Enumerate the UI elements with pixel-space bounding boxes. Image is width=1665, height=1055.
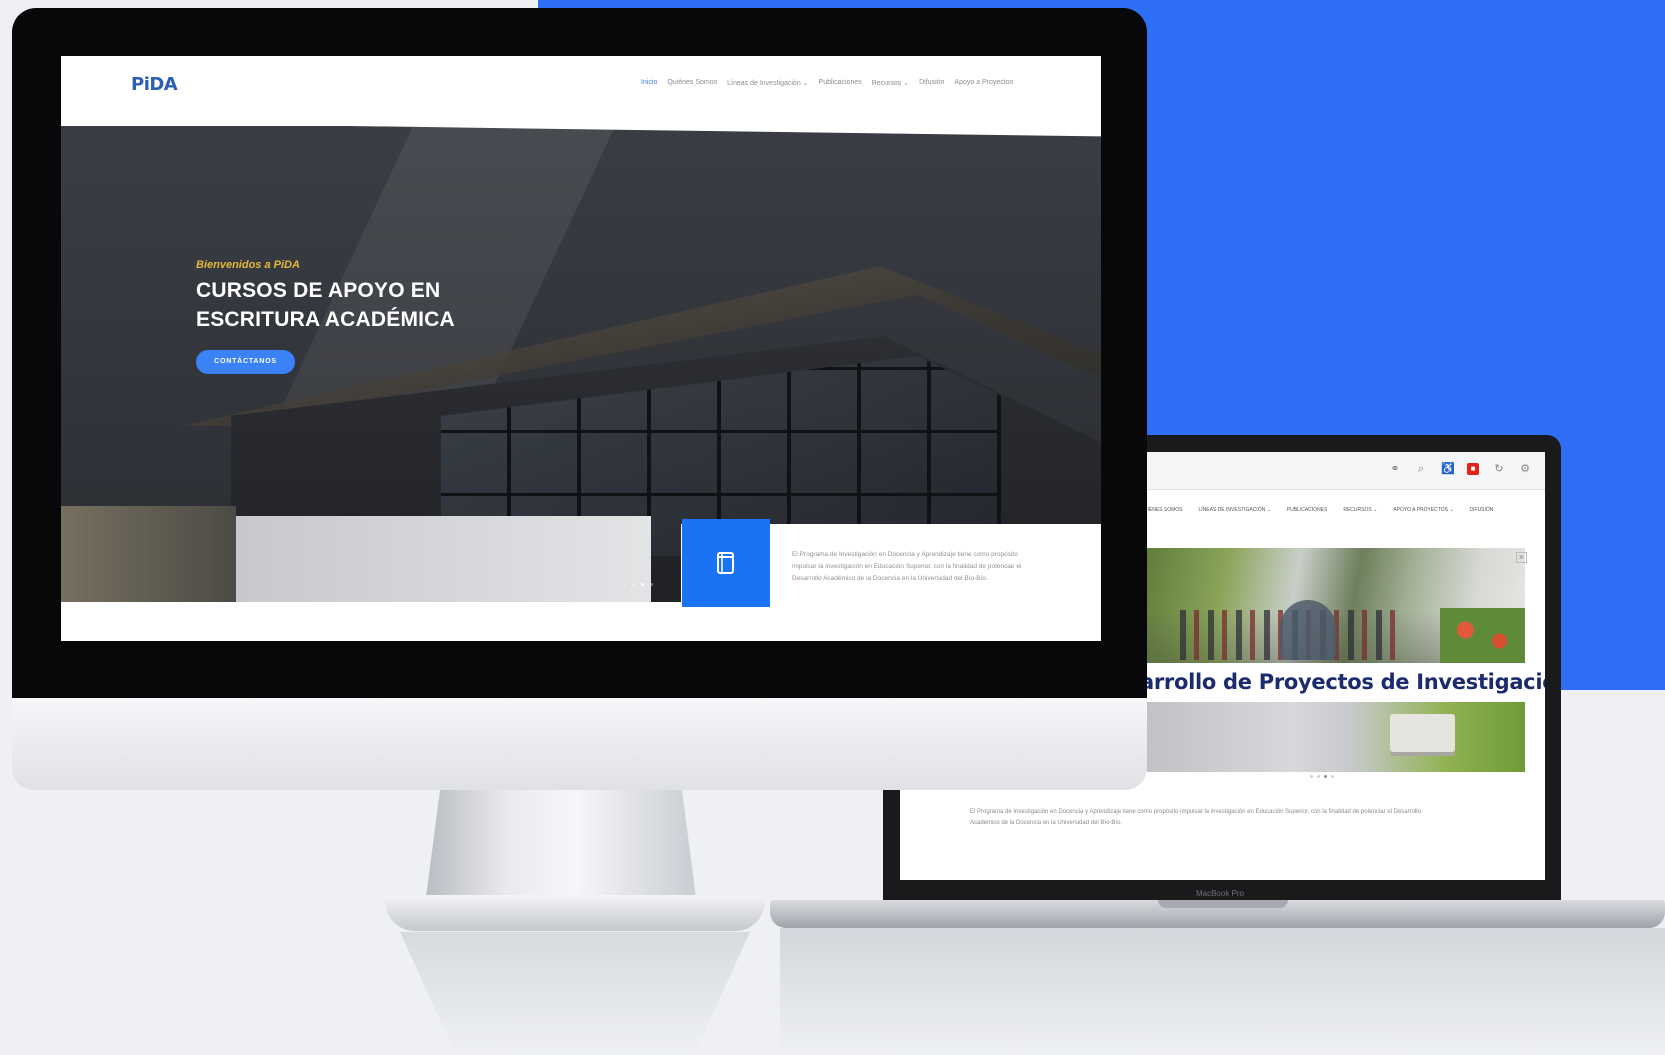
slider-dot-active[interactable] bbox=[641, 583, 644, 586]
settings-icon[interactable]: ⚙ bbox=[1519, 463, 1531, 475]
imac-screen: PiDA Inicio Quiénes Somos Líneas de Inve… bbox=[61, 56, 1101, 641]
refresh-icon[interactable]: ↻ bbox=[1493, 463, 1505, 475]
contact-button[interactable]: CONTÁCTANOS bbox=[196, 350, 295, 374]
laptop-nav-difusion[interactable]: DIFUSIÓN bbox=[1470, 507, 1494, 513]
nav-difusion[interactable]: Difusión bbox=[919, 79, 944, 87]
hero-title-line1: CURSOS DE APOYO EN bbox=[196, 279, 441, 302]
content-area bbox=[61, 602, 1101, 641]
laptop-nav-recursos[interactable]: RECURSOS ⌄ bbox=[1343, 507, 1377, 513]
campus-photo bbox=[1140, 548, 1525, 663]
stand-reflection bbox=[400, 932, 750, 1055]
pida-logo[interactable]: PiDA bbox=[131, 74, 178, 95]
nav-apoyo-proyectos[interactable]: Apoyo a Proyectos bbox=[954, 79, 1013, 87]
laptop-nav-apoyo[interactable]: APOYO A PROYECTOS ⌄ bbox=[1393, 507, 1453, 513]
main-nav: Inicio Quiénes Somos Líneas de Investiga… bbox=[641, 79, 1013, 87]
site-header: PiDA Inicio Quiénes Somos Líneas de Inve… bbox=[61, 56, 1101, 126]
hero-title: CURSOS DE APOYO EN ESCRITURA ACADÉMICA bbox=[196, 276, 516, 334]
imac-stand-foot bbox=[385, 895, 765, 931]
nav-recursos[interactable]: Recursos ⌄ bbox=[872, 79, 909, 87]
bench bbox=[1390, 714, 1455, 752]
laptop-nav-publicaciones[interactable]: PUBLICACIONES bbox=[1287, 507, 1328, 513]
slider-dot[interactable] bbox=[623, 583, 626, 586]
info-icon-box bbox=[682, 519, 770, 607]
book-icon bbox=[717, 552, 734, 574]
sculpture bbox=[1280, 600, 1336, 660]
building-left-wall bbox=[61, 506, 236, 602]
laptop-reflection bbox=[780, 928, 1665, 1055]
pdf-icon[interactable]: ■ bbox=[1467, 463, 1479, 475]
search-icon[interactable]: ⌕ bbox=[1415, 463, 1427, 475]
building-white-wall bbox=[231, 516, 651, 602]
nav-inicio[interactable]: Inicio bbox=[641, 79, 657, 87]
laptop-notch bbox=[1158, 900, 1288, 908]
hero-slider-dots bbox=[623, 583, 653, 586]
accessibility-icon[interactable]: ♿ bbox=[1441, 463, 1455, 475]
nav-quienes-somos[interactable]: Quiénes Somos bbox=[667, 79, 717, 87]
plaza-photo bbox=[1140, 702, 1525, 772]
hero-title-line2: ESCRITURA ACADÉMICA bbox=[196, 308, 455, 331]
laptop-slider-dots bbox=[1310, 775, 1334, 778]
info-text: El Programa de Investigación en Docencia… bbox=[792, 551, 1022, 582]
imac-stand bbox=[425, 780, 697, 905]
hero-tagline: Bienvenidos a PiDA bbox=[196, 259, 300, 271]
user-icon[interactable]: ⚭ bbox=[1389, 463, 1401, 475]
slider-dot[interactable] bbox=[632, 583, 635, 586]
close-icon[interactable]: × bbox=[1516, 552, 1527, 563]
flower-bed bbox=[1440, 608, 1525, 663]
slider-dot-active[interactable] bbox=[1324, 775, 1327, 778]
imac-chin bbox=[12, 693, 1147, 790]
laptop-page-heading: arrollo de Proyectos de Investigación bbox=[1140, 670, 1545, 694]
laptop-nav-lineas[interactable]: LÍNEAS DE INVESTIGACIÓN ⌄ bbox=[1199, 507, 1271, 513]
slider-dot[interactable] bbox=[650, 583, 653, 586]
slider-dot[interactable] bbox=[1331, 775, 1334, 778]
nav-publicaciones[interactable]: Publicaciones bbox=[819, 79, 862, 87]
laptop-body-text: El Programa de Investigación en Docencia… bbox=[970, 809, 1421, 826]
slider-dot[interactable] bbox=[1317, 775, 1320, 778]
slider-dot[interactable] bbox=[1310, 775, 1313, 778]
nav-lineas-investigacion[interactable]: Líneas de Investigación ⌄ bbox=[727, 79, 808, 87]
laptop-nav: QUIÉNES SOMOS LÍNEAS DE INVESTIGACIÓN ⌄ … bbox=[1140, 507, 1493, 513]
laptop-brand-label: MacBook Pro bbox=[1195, 889, 1245, 898]
